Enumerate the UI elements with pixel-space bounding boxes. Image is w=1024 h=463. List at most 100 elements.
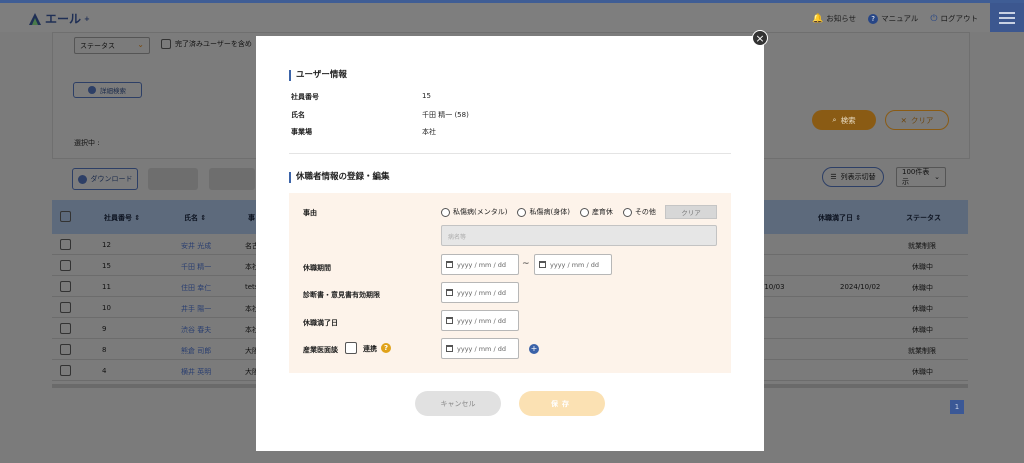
pagination-page-1[interactable]: 1 [950,400,964,414]
detail-search-button[interactable]: 詳細検索 [73,82,142,98]
reason-radio-maternity[interactable]: 産育休 [579,207,613,217]
link-checkbox[interactable] [345,342,357,354]
section-divider [289,153,731,154]
delete-button[interactable] [148,168,198,190]
row-checkbox[interactable] [60,239,71,250]
th-leave-end[interactable]: 休職満了日 ⇕ [818,213,861,223]
radio-label: その他 [634,208,656,216]
site-label: 事業場 [291,128,312,136]
date-placeholder: yyyy / mm / dd [550,260,599,269]
chevron-down-icon: ⌄ [137,40,144,49]
reason-clear-button[interactable]: クリア [665,205,717,219]
notice-label: お知らせ [826,14,857,23]
notice-link[interactable]: 🔔 お知らせ [812,13,856,24]
leave-start-date-input[interactable]: yyyy / mm / dd [441,254,519,275]
selected-label: 選択中 : [74,139,100,147]
cell-status: 休職中 [912,368,933,376]
radio-label: 産育休 [591,208,613,216]
cell-no: 8 [102,346,107,354]
cell-no: 9 [102,325,107,333]
cell-name[interactable]: 井手 陽一 [181,304,211,314]
th-employee-no[interactable]: 社員番号 ⇕ [104,213,140,223]
row-checkbox[interactable] [60,281,71,292]
cell-status: 休職中 [912,263,933,271]
employee-no-label: 社員番号 [291,93,319,101]
reason-radio-other[interactable]: その他 [622,207,656,217]
leave-section-title: 休職者情報の登録・編集 [289,172,390,183]
page-size-select[interactable]: 100件表示 ⌄ [896,167,946,187]
cell-name[interactable]: 渋谷 春夫 [181,325,211,335]
close-icon[interactable]: × [752,30,768,46]
date-placeholder: yyyy / mm / dd [457,316,506,325]
cell-name[interactable]: 安井 光成 [181,241,211,251]
th-site[interactable]: 事 [248,213,255,223]
row-checkbox[interactable] [60,302,71,313]
row-checkbox[interactable] [60,323,71,334]
row-checkbox[interactable] [60,260,71,271]
th-status: ステータス [906,214,941,222]
leave-end-date-input[interactable]: yyyy / mm / dd [534,254,612,275]
manual-link[interactable]: ? マニュアル [868,13,918,24]
radio-circle [579,207,589,217]
question-icon: ? [868,13,879,24]
cell-status: 休職中 [912,326,933,334]
other-action-button[interactable] [209,168,255,190]
checkbox-box [161,39,171,49]
search-button[interactable]: ⌕ 検索 [812,110,876,130]
cell-no: 10 [102,304,111,312]
app-header: エール + 🔔 お知らせ ? マニュアル ⏻ ログアウト [0,3,1024,32]
detail-search-label: 詳細検索 [100,87,126,95]
radio-label: 私傷病(メンタル) [453,208,508,216]
logout-link[interactable]: ⏻ ログアウト [930,13,978,24]
site-value: 本社 [422,128,436,136]
cell-name[interactable]: 熊倉 司郎 [181,346,211,356]
leave-edit-modal: ユーザー情報 社員番号 15 氏名 千田 精一 (58) 事業場 本社 休職者情… [256,36,764,451]
cell-no: 4 [102,367,107,375]
column-toggle-label: 列表示切替 [840,173,876,181]
cell-name[interactable]: 千田 精一 [181,262,211,272]
cell-status: 休職中 [912,305,933,313]
add-date-icon[interactable]: + [529,344,539,354]
row-checkbox[interactable] [60,344,71,355]
cell-name[interactable]: 横井 英明 [181,367,211,377]
header-links: 🔔 お知らせ ? マニュアル ⏻ ログアウト [812,13,978,24]
doctor-interview-date-input[interactable]: yyyy / mm / dd [441,338,519,359]
app-logo[interactable]: エール + [28,10,90,27]
disease-name-input[interactable]: 病名等 [441,225,717,246]
row-checkbox[interactable] [60,365,71,376]
save-button[interactable]: 保存 [519,391,605,416]
radio-circle [441,207,450,217]
th-name[interactable]: 氏名 ⇕ [184,213,206,223]
include-done-checkbox[interactable]: 完了済みユーザーを含め [161,39,252,49]
clear-label: クリア [910,115,934,125]
certificate-expiry-input[interactable]: yyyy / mm / dd [441,282,519,303]
reason-radio-physical[interactable]: 私傷病(身体) [517,207,570,217]
date-placeholder: yyyy / mm / dd [457,260,506,269]
clear-button[interactable]: ✕ クリア [885,110,949,130]
cancel-button[interactable]: キャンセル [415,391,501,416]
calendar-icon [446,289,453,296]
cell-no: 11 [102,283,111,291]
cell-status: 休職中 [912,284,933,292]
calendar-icon [446,345,453,352]
search-icon: ⌕ [832,115,837,124]
reason-radio-group: 私傷病(メンタル) 私傷病(身体) 産育休 その他 [441,207,656,217]
radio-label: 私傷病(身体) [529,208,570,216]
chevron-circle-icon [88,86,96,94]
hamburger-menu-button[interactable] [990,3,1024,32]
select-all-checkbox[interactable] [60,211,71,222]
name-value: 千田 精一 (58) [422,111,469,119]
period-separator: ~ [522,259,530,269]
help-icon[interactable]: ? [381,343,391,353]
include-done-label: 完了済みユーザーを含め [175,40,252,48]
doctor-interview-label: 産業医面談 [303,346,338,354]
status-select-value: ステータス [80,42,115,50]
status-select[interactable]: ステータス ⌄ [74,37,150,54]
leave-expiry-input[interactable]: yyyy / mm / dd [441,310,519,331]
reason-radio-mental[interactable]: 私傷病(メンタル) [441,207,507,217]
calendar-icon [446,261,453,268]
download-button[interactable]: ダウンロード [72,168,138,190]
leave-expiry-label: 休職満了日 [303,319,338,327]
cell-name[interactable]: 住田 幸仁 [181,283,211,293]
column-toggle-button[interactable]: ☰ 列表示切替 [822,167,884,187]
